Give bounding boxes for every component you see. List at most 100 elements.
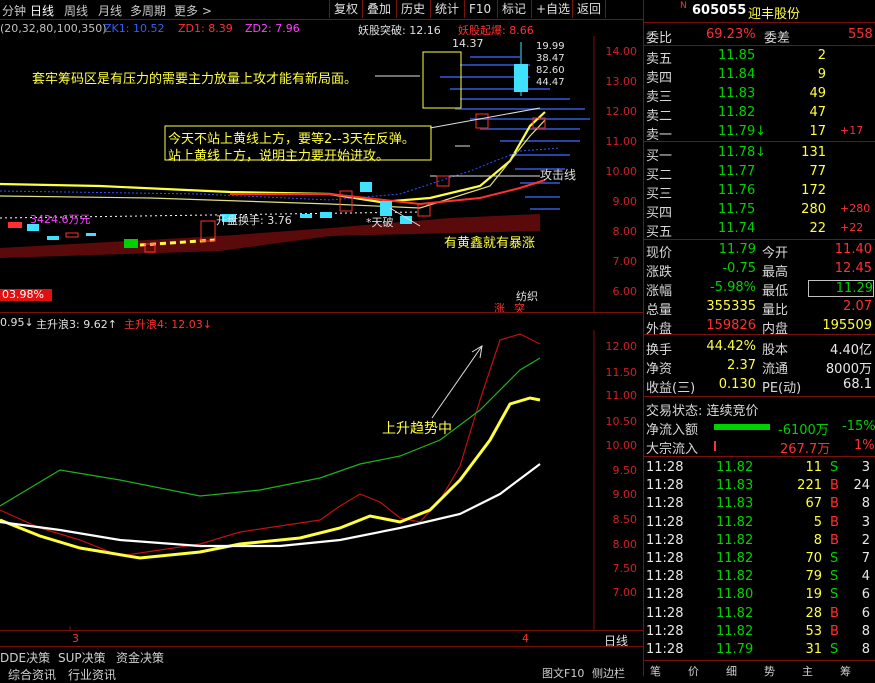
tick-side: B [830, 478, 839, 494]
tick-count: 3 [861, 460, 870, 475]
f10-button[interactable]: F10 [464, 0, 495, 18]
trade-status-text: 交易状态: 连续竞价 [646, 404, 759, 419]
panel-tab[interactable]: 细 [726, 663, 737, 679]
tick-time: 11:28 [646, 569, 684, 585]
stat-label: 总量 [646, 303, 673, 318]
tick-volume: 67 [805, 496, 822, 512]
add-favorite-button[interactable]: +自选 [531, 0, 574, 18]
fund-label: 换手 [646, 343, 673, 358]
sub-tick: 10.50 [605, 415, 638, 428]
tick-price: 11.82 [716, 514, 754, 530]
tick-volume: 8 [813, 532, 822, 548]
zd2-value: ZD2: 7.96 [245, 22, 300, 35]
stat-label: 涨幅 [646, 284, 673, 299]
tab-sup[interactable]: SUP决策 [58, 649, 106, 666]
tick-price: 11.79 [716, 642, 754, 657]
tick-row: 11:28 11.82 70 S 7 [644, 550, 875, 568]
tab-more[interactable]: 更多 > [174, 2, 212, 19]
tick-volume: 70 [805, 551, 822, 566]
bid-volume: 77 [809, 164, 826, 179]
main-kline-chart[interactable]: 14.00 13.00 12.00 11.00 10.00 9.00 8.00 … [0, 36, 644, 315]
ask-row[interactable]: 卖四 11.84 9 [644, 66, 875, 86]
tick-count: 7 [861, 551, 870, 566]
tick-time: 11:28 [646, 460, 684, 475]
overlay-button[interactable]: 叠加 [362, 0, 395, 18]
price-tick: 14.00 [605, 45, 638, 58]
tick-volume: 53 [805, 623, 822, 639]
sub-chart-header: 0.95↓ 主升浪3: 9.62↑ 主升浪4: 12.03↓ [0, 312, 643, 331]
stat-value: 11.29 [808, 280, 874, 297]
stock-name: 迎丰股份 [748, 7, 801, 22]
zk1-value: ZK1: 10.52 [104, 22, 165, 35]
bid-volume: 280 [801, 202, 826, 217]
quote-stat-row: 总量 355335 量比 2.07 [644, 298, 875, 318]
mark-button[interactable]: 标记 [497, 0, 530, 18]
bid-row[interactable]: 买二 11.77 77 [644, 163, 875, 183]
tab-multi-period[interactable]: 多周期 [130, 2, 166, 19]
bid-volume: 172 [801, 183, 826, 198]
sidebar-tab[interactable]: 侧边栏 [592, 665, 625, 681]
tick-volume: 11 [805, 460, 822, 475]
ask-volume: 9 [817, 67, 826, 82]
tick-price: 11.82 [716, 623, 754, 639]
panel-tab[interactable]: 价 [688, 663, 699, 679]
bid-row[interactable]: 买五 11.74 22 +22 [644, 220, 875, 240]
tick-price: 11.82 [716, 569, 754, 585]
tab-industry-news[interactable]: 行业资讯 [68, 666, 116, 683]
tick-side: S [830, 587, 839, 603]
bid-price: 11.75 [718, 202, 756, 217]
fund-value: 44.42% [706, 339, 756, 354]
tab-daily[interactable]: 日线 [30, 2, 54, 19]
tick-count: 24 [853, 478, 870, 494]
right-value: 38.47 [536, 53, 565, 64]
bid-row[interactable]: 买三 11.76 172 [644, 182, 875, 202]
panel-tab[interactable]: 主 [802, 663, 813, 679]
ask-row[interactable]: 卖二 11.82 47 [644, 104, 875, 124]
ma-params: (20,32,80,100,350) [0, 22, 107, 35]
order-diff-label: 委差 [764, 31, 791, 46]
indicator-header: (20,32,80,100,350) ZK1: 10.52 ZD1: 8.39 … [0, 20, 643, 37]
sub-indicator-chart[interactable]: 12.00 11.50 11.00 10.50 10.00 9.50 9.00 … [0, 330, 644, 630]
tab-dde[interactable]: DDE决策 [0, 649, 50, 666]
tab-minute[interactable]: 分钟 [2, 2, 26, 19]
net-inflow-label: 净流入额 [646, 423, 699, 438]
fund-value: 0.130 [718, 377, 756, 392]
bid-row[interactable]: 买一 11.78↓ 131 [644, 144, 875, 164]
panel-tab[interactable]: 势 [764, 663, 775, 679]
sub-tick: 9.50 [612, 464, 638, 477]
tab-monthly[interactable]: 月线 [98, 2, 122, 19]
tick-side: B [830, 496, 839, 512]
ask-price: 11.85 [718, 48, 756, 63]
tick-row: 11:28 11.82 79 S 4 [644, 568, 875, 586]
tab-weekly[interactable]: 周线 [64, 2, 88, 19]
f10-text-tab[interactable]: 图文F10 [542, 665, 584, 681]
net-inflow-row: 净流入额 -6100万 -15% [644, 418, 875, 438]
tick-price: 11.80 [716, 587, 754, 603]
history-button[interactable]: 历史 [396, 0, 429, 18]
ask-volume: 47 [809, 105, 826, 120]
ask-row[interactable]: 卖五 11.85 2 [644, 47, 875, 67]
block-inflow-row: 大宗流入 267.7万 1% [644, 437, 875, 457]
bid-volume: 131 [801, 145, 826, 160]
bid-row[interactable]: 买四 11.75 280 +280 [644, 201, 875, 221]
bid-volume: 22 [809, 221, 826, 236]
panel-tab[interactable]: 笔 [650, 663, 661, 679]
fund-value: 8000万 [825, 362, 872, 377]
tab-fund[interactable]: 资金决策 [116, 649, 164, 666]
tick-volume: 28 [805, 605, 822, 621]
ask-volume: 17 [809, 124, 826, 139]
tick-side: B [830, 532, 839, 548]
restore-rights-button[interactable]: 复权 [329, 0, 362, 18]
stock-title: N 605055 迎丰股份 [680, 1, 801, 22]
stat-value: -0.75 [722, 261, 756, 276]
statistics-button[interactable]: 统计 [430, 0, 463, 18]
ask-row[interactable]: 卖三 11.83 49 [644, 85, 875, 105]
fund-value: 68.1 [843, 377, 872, 392]
tab-news[interactable]: 综合资讯 [8, 666, 56, 683]
tick-side: B [830, 605, 839, 621]
bid-change: +280 [840, 202, 871, 215]
panel-tab[interactable]: 筹 [840, 663, 851, 679]
bid-label: 买五 [646, 225, 673, 240]
back-button[interactable]: 返回 [572, 0, 607, 18]
ask-row[interactable]: 卖一 11.79↓ 17 +17 [644, 123, 875, 143]
